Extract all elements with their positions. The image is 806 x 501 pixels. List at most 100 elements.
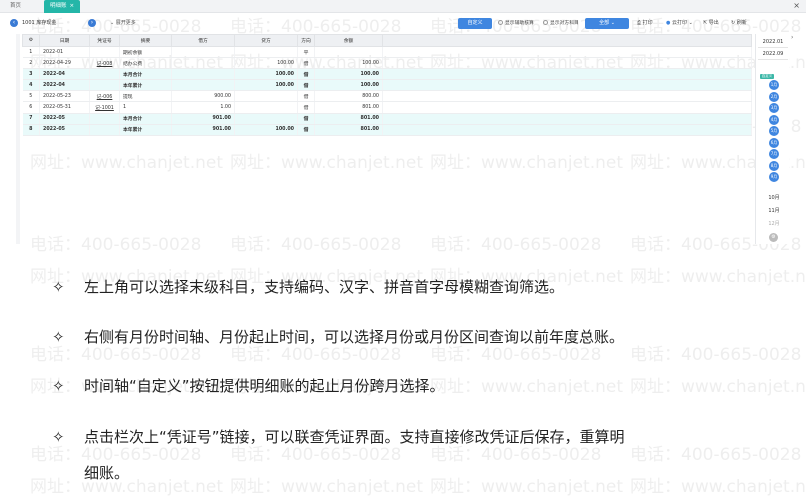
left-scrollbar[interactable] — [16, 34, 20, 244]
voucher-link[interactable]: 记-008 — [97, 62, 113, 67]
feature-text: 时间轴“自定义”按钮提供明细账的起止月份跨月选择。 — [84, 377, 445, 395]
column-header[interactable]: 贷方 — [234, 34, 298, 47]
timeline-month[interactable]: 1月 — [769, 80, 779, 90]
summary-cell: 本月合计 — [119, 68, 172, 81]
feature-text: 细账。 — [84, 464, 130, 482]
summary-cell: 本年累计 — [119, 124, 172, 136]
refresh-button[interactable]: ↻ 刷新 — [731, 19, 747, 28]
direction-cell: 借 — [297, 101, 315, 114]
expand-more-label: 展开更多 — [115, 20, 136, 26]
timeline-month[interactable]: 9月 — [769, 172, 779, 182]
timeline-month[interactable]: 5月 — [769, 126, 779, 136]
timeline-start[interactable]: 2022.01 — [758, 37, 788, 48]
all-label: 全部 — [599, 20, 610, 26]
sparkle-icon: ✧ — [52, 278, 65, 296]
all-dropdown[interactable]: 全部 ⌄ — [585, 18, 629, 29]
tab-ledger-label: 明细账 — [50, 3, 67, 9]
direction-cell: 借 — [297, 68, 315, 81]
prev-icon[interactable]: ‹ — [10, 19, 18, 27]
credit-cell: 100.00 — [234, 57, 298, 70]
timeline-custom-badge[interactable]: 自定义 — [760, 74, 774, 79]
collapse-icon[interactable]: › — [791, 34, 796, 54]
tab-ledger[interactable]: 明细账 × — [44, 0, 81, 13]
direction-cell: 借 — [297, 57, 315, 70]
show-aux-label: 显示辅助核算 — [505, 21, 534, 26]
credit-cell — [234, 113, 298, 125]
subject-select[interactable]: ‹ 1001 库存现金 — [10, 19, 82, 28]
radio-icon — [543, 20, 548, 25]
filler-cell — [382, 90, 752, 103]
direction-cell: 借 — [297, 90, 315, 103]
filler-cell — [382, 57, 752, 70]
table-row[interactable]: 3 2022-04 本月合计 100.00 借 100.00 — [22, 68, 752, 81]
table-row[interactable]: 7 2022-05 本月合计 901.00 借 801.00 — [22, 113, 752, 125]
voucher-cell — [89, 46, 120, 59]
table-row[interactable]: 1 2022-01 期初余额 平 — [22, 46, 752, 59]
timeline-month[interactable]: 7月 — [769, 149, 779, 159]
voucher-link[interactable]: 记-006 — [97, 95, 113, 100]
direction-cell: 借 — [297, 124, 315, 136]
feature-text: 点击栏次上“凭证号”链接，可以联查凭证界面。支持直接修改凭证后保存，重算明 — [84, 428, 625, 446]
settings-icon[interactable]: ⚙ — [769, 233, 778, 242]
voucher-link[interactable]: 记-1001 — [95, 106, 114, 111]
balance-cell — [314, 46, 383, 59]
ledger-table: ⚙ 日期 凭证号 摘要 借方 贷方 方向 余额 1 2022-01 期初余额平 2 2022-04-2… — [22, 34, 752, 136]
tab-close-icon[interactable]: × — [70, 3, 75, 9]
watermark-text: 电话：400-665-0028 — [430, 235, 602, 255]
summary-cell: 结办公费 — [119, 57, 172, 70]
column-header[interactable]: 凭证号 — [89, 34, 120, 47]
column-header[interactable]: 余额 — [314, 34, 383, 47]
next-icon[interactable]: › — [88, 19, 96, 27]
table-row[interactable]: 8 2022-05 本年累计 901.00 100.00 借 801.00 — [22, 124, 752, 136]
column-settings-icon[interactable]: ⚙ — [22, 34, 40, 47]
column-header[interactable] — [382, 34, 752, 47]
date-cell: 2022-01 — [39, 46, 90, 59]
table-row[interactable]: 4 2022-04 本年累计 100.00 借 100.00 — [22, 79, 752, 92]
date-cell: 2022-05-31 — [39, 101, 90, 114]
tab-bar: 首页 明细账 × × — [0, 0, 806, 13]
table-row[interactable]: 6 2022-05-31 记-1001 1 1.00 借 801.00 — [22, 101, 752, 114]
voucher-cell — [89, 113, 120, 125]
credit-cell — [234, 101, 298, 114]
show-aux-checkbox[interactable]: 显示辅助核算 — [498, 19, 534, 28]
cloud-print-button[interactable]: ● 云打印 ⌄ — [666, 19, 693, 28]
watermark-text: 网址：www.chanjet.net — [30, 153, 224, 173]
timeline-end[interactable]: 2022.09 — [758, 49, 788, 60]
row-number: 2 — [22, 57, 40, 70]
direction-cell: 借 — [297, 79, 315, 92]
watermark-text: 电话：400-665-0028 — [230, 235, 402, 255]
row-number: 1 — [22, 46, 40, 59]
timeline-month[interactable]: 10月 — [762, 194, 786, 201]
export-button[interactable]: ⇱ 导出 — [703, 19, 719, 28]
right-scrollbar[interactable]: › — [791, 34, 797, 244]
credit-cell: 100.00 — [234, 68, 298, 81]
timeline-month[interactable]: 12月 — [762, 220, 786, 227]
voucher-cell: 记-008 — [89, 57, 120, 70]
print-button[interactable]: ⎙ 打印 — [637, 19, 653, 28]
tab-home[interactable]: 首页 — [4, 0, 27, 13]
debit-cell — [171, 57, 235, 70]
column-header[interactable]: 日期 — [39, 34, 90, 47]
debit-cell — [171, 46, 235, 59]
export-icon: ⇱ — [703, 20, 708, 26]
date-cell: 2022-04 — [39, 68, 90, 81]
column-header[interactable]: 方向 — [297, 34, 315, 47]
expand-more-button[interactable]: ⌄ 展开更多 — [110, 19, 136, 28]
balance-cell: 801.00 — [314, 101, 383, 114]
column-header[interactable]: 借方 — [171, 34, 235, 47]
timeline-month[interactable]: 2月 — [769, 91, 779, 102]
timeline-month[interactable]: 8月 — [769, 160, 779, 171]
filler-cell — [382, 68, 752, 81]
show-opp-checkbox[interactable]: 显示对方科目 — [543, 19, 579, 28]
timeline-month[interactable]: 11月 — [762, 207, 786, 214]
timeline-month[interactable]: 6月 — [769, 137, 779, 148]
timeline-month[interactable]: 3月 — [769, 103, 779, 113]
summary-cell: 提现 — [119, 90, 172, 103]
table-row[interactable]: 5 2022-05-23 记-006 提现 900.00 借 800.00 — [22, 90, 752, 103]
timeline-month[interactable]: 4月 — [769, 114, 779, 125]
column-header[interactable]: 摘要 — [119, 34, 172, 47]
row-number: 6 — [22, 101, 40, 114]
close-icon[interactable]: × — [793, 1, 800, 10]
table-row[interactable]: 2 2022-04-29 记-008 结办公费 100.00 借 100.00 — [22, 57, 752, 70]
define-button[interactable]: 自定义 — [458, 18, 492, 29]
